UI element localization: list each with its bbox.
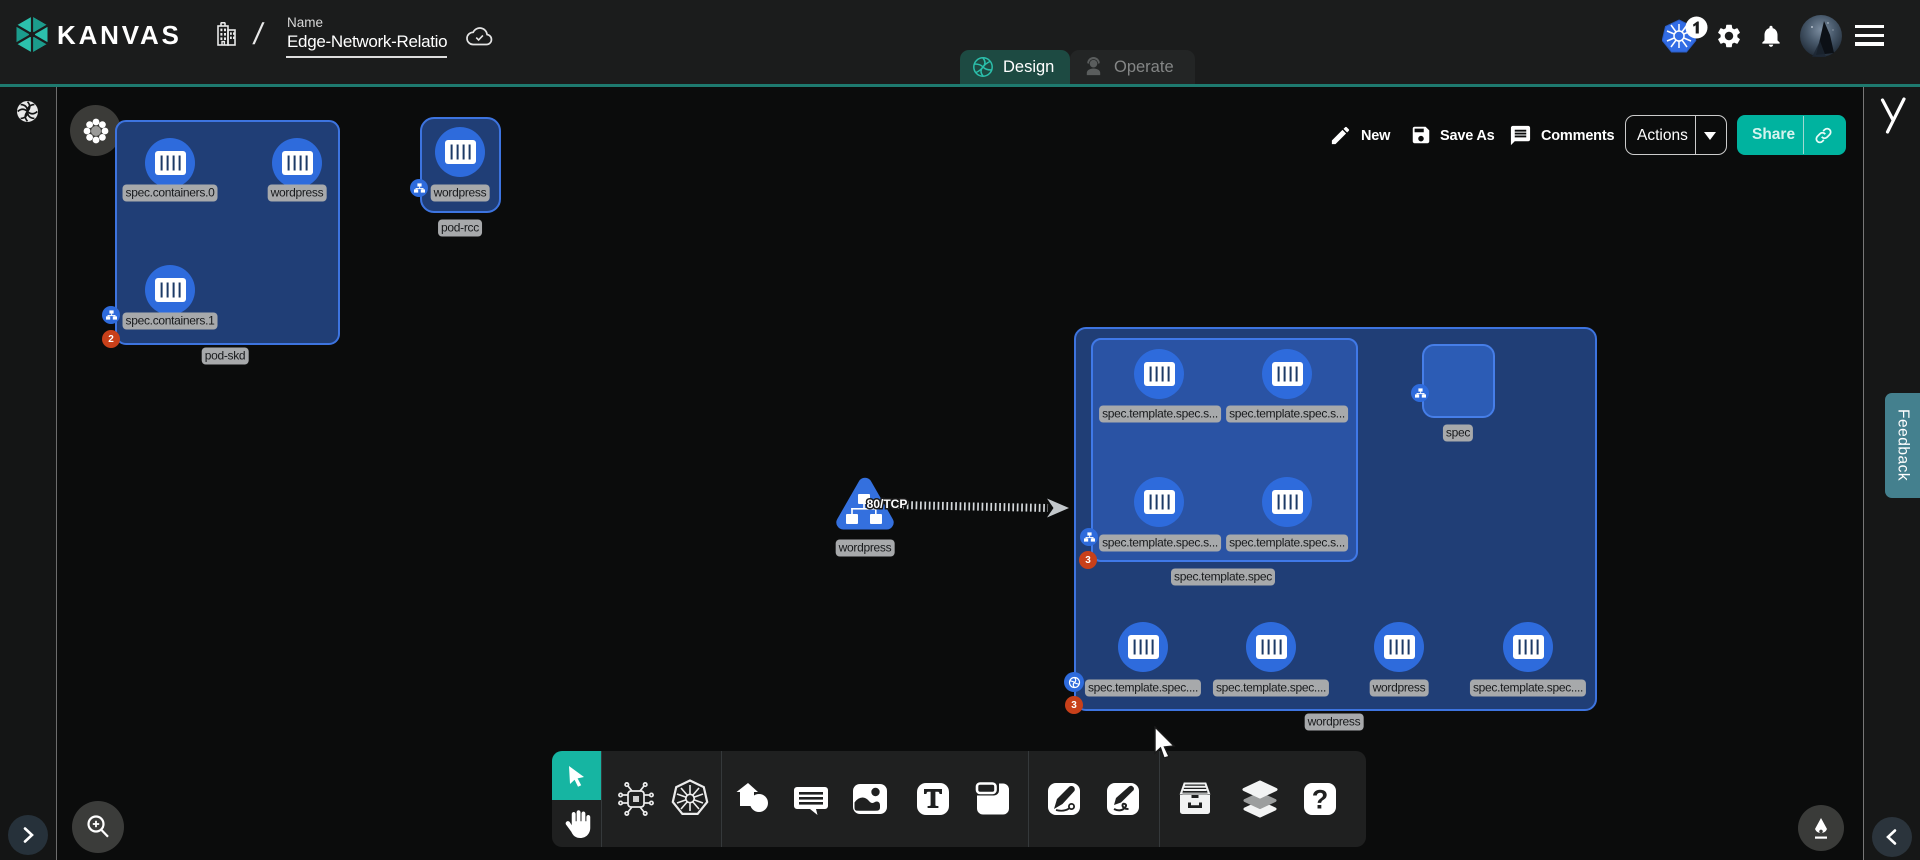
svg-text:?: ? [1312,785,1329,815]
svg-text:80/TCP: 80/TCP [867,497,908,511]
